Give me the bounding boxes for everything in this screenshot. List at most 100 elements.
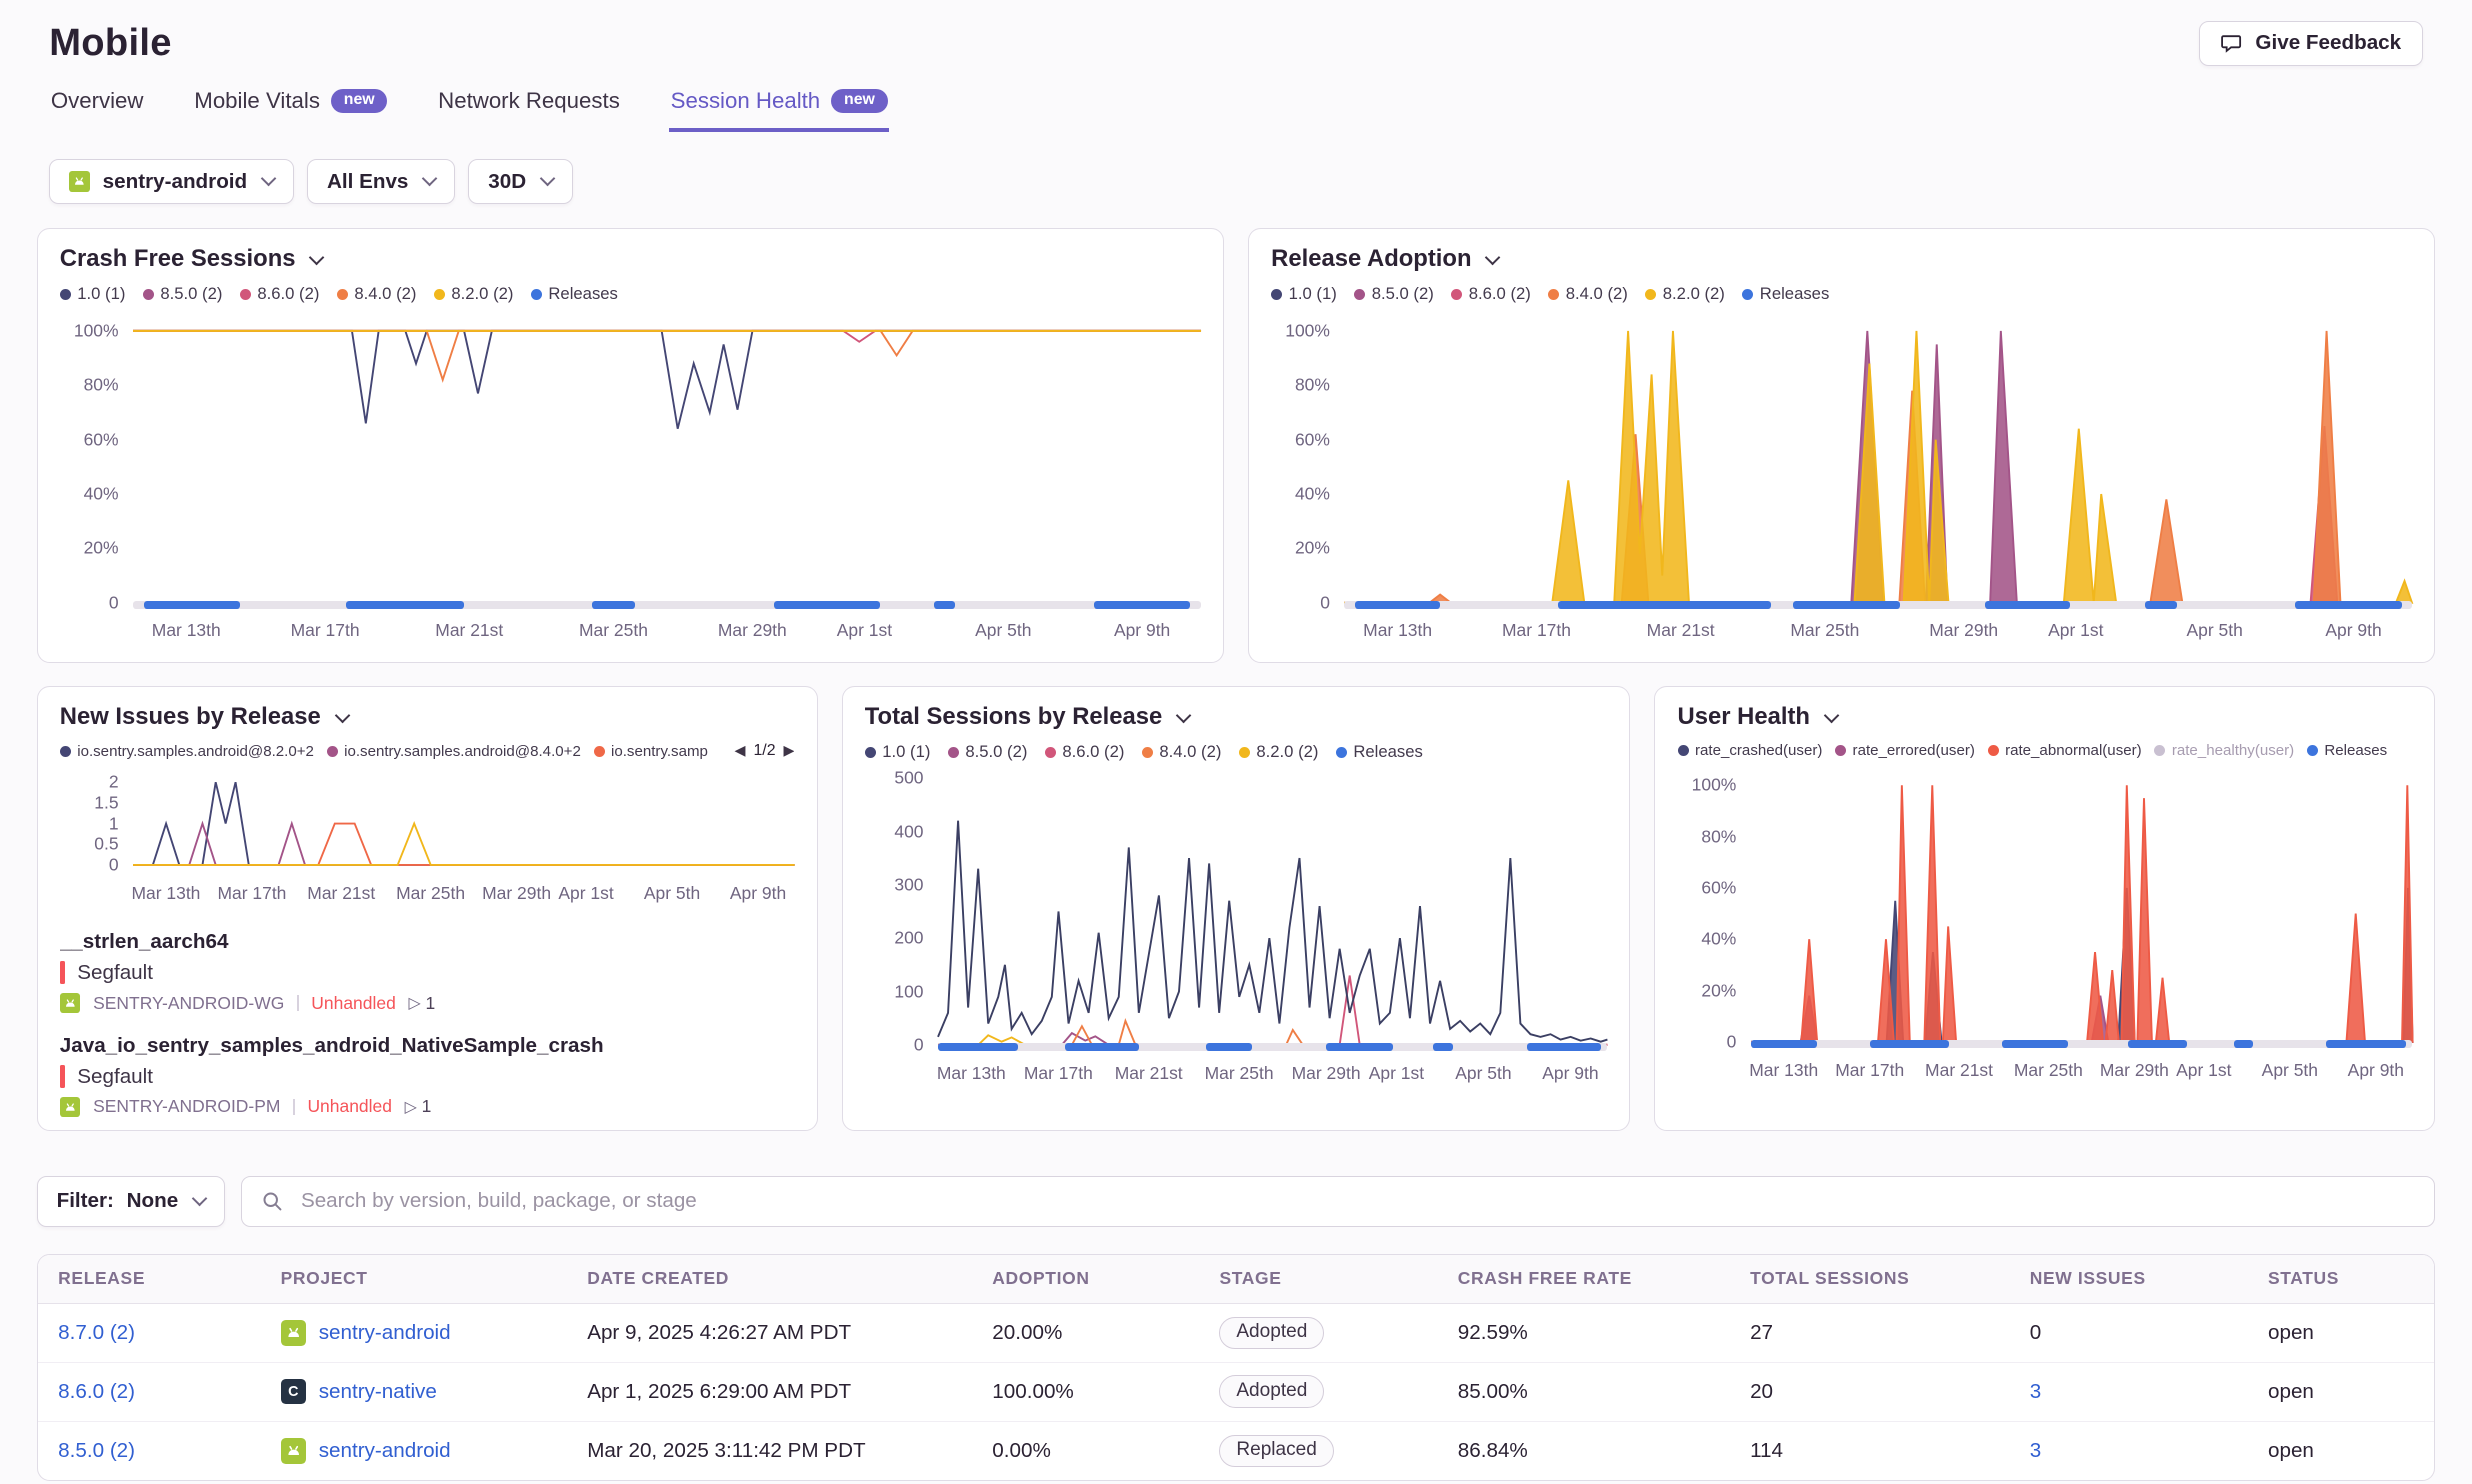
chart-plot[interactable] — [133, 320, 1201, 603]
new-issues-link[interactable]: 3 — [2030, 1380, 2041, 1403]
chevron-down-icon[interactable] — [1176, 708, 1192, 724]
project-link[interactable]: sentry-android — [319, 1439, 451, 1463]
legend-item[interactable]: 8.6.0 (2) — [1045, 742, 1125, 762]
x-tick-label: Mar 29th — [718, 620, 787, 641]
legend-item[interactable]: 8.5.0 (2) — [143, 284, 223, 304]
legend-item[interactable]: 8.2.0 (2) — [434, 284, 514, 304]
release-track-segment[interactable] — [2234, 1040, 2254, 1048]
legend-dot — [1451, 289, 1462, 300]
release-track-segment[interactable] — [1355, 601, 1440, 609]
next-page-icon[interactable]: ▶ — [783, 743, 794, 759]
chart-plot[interactable] — [133, 776, 795, 865]
project-selector[interactable]: sentry-android — [49, 159, 294, 204]
release-track-segment[interactable] — [1870, 1040, 1949, 1048]
release-track-segment[interactable] — [938, 1043, 1018, 1051]
total-sessions-count: 27 — [1729, 1321, 2009, 1345]
release-track-segment[interactable] — [1793, 601, 1900, 609]
chevron-down-icon[interactable] — [1485, 250, 1501, 266]
legend-item[interactable]: rate_abnormal(user) — [1988, 742, 2142, 759]
release-track-segment[interactable] — [774, 601, 881, 609]
legend-item[interactable]: io.sentry.samp — [594, 743, 708, 760]
stage-badge: Adopted — [1219, 1375, 1324, 1408]
legend-item[interactable]: Releases — [2307, 742, 2387, 759]
chart-legend: rate_crashed(user) rate_errored(user) rate… — [1678, 742, 2413, 759]
x-tick-label: Apr 9th — [1114, 620, 1170, 641]
legend-item[interactable]: io.sentry.samples.android@8.2.0+2 — [60, 743, 314, 760]
legend-item[interactable]: io.sentry.samples.android@8.4.0+2 — [327, 743, 581, 760]
release-track-segment[interactable] — [1094, 601, 1190, 609]
legend-item[interactable]: 8.5.0 (2) — [948, 742, 1028, 762]
release-version-link[interactable]: 8.7.0 (2) — [58, 1321, 135, 1344]
native-platform-icon: C — [281, 1379, 306, 1404]
release-track-segment[interactable] — [1558, 601, 1772, 609]
release-track-segment[interactable] — [592, 601, 635, 609]
legend-item[interactable]: rate_errored(user) — [1835, 742, 1975, 759]
legend-item[interactable]: 8.2.0 (2) — [1239, 742, 1319, 762]
release-track-segment[interactable] — [2128, 1040, 2188, 1048]
release-track-segment[interactable] — [1065, 1043, 1139, 1051]
release-track-segment[interactable] — [2326, 1040, 2405, 1048]
new-issues-link[interactable]: 3 — [2030, 1439, 2041, 1462]
y-tick-label: 80% — [1295, 375, 1330, 396]
release-track-segment[interactable] — [1206, 1043, 1253, 1051]
legend-item[interactable]: Releases — [1336, 742, 1423, 762]
chart-plot[interactable] — [1751, 775, 2413, 1042]
legend-item[interactable]: Releases — [1742, 284, 1829, 304]
chevron-down-icon[interactable] — [334, 708, 350, 724]
chevron-down-icon[interactable] — [1824, 708, 1840, 724]
legend-item[interactable]: 8.2.0 (2) — [1645, 284, 1725, 304]
y-tick-label: 400 — [894, 821, 923, 842]
environment-selector[interactable]: All Envs — [307, 159, 456, 204]
release-track-segment[interactable] — [2145, 601, 2177, 609]
prev-page-icon[interactable]: ◀ — [735, 743, 746, 759]
release-track-segment[interactable] — [346, 601, 463, 609]
release-filter-row: Filter: None — [37, 1176, 2436, 1227]
release-track-segment[interactable] — [144, 601, 240, 609]
release-track-segment[interactable] — [934, 601, 955, 609]
legend-item[interactable]: 1.0 (1) — [865, 742, 931, 762]
issue-title-link[interactable]: __strlen_aarch64 — [60, 930, 791, 954]
tab-overview[interactable]: Overview — [49, 82, 145, 133]
legend-item[interactable]: 8.6.0 (2) — [1451, 284, 1531, 304]
legend-dot — [1988, 745, 1999, 756]
tab-mobile-vitals[interactable]: Mobile Vitalsnew — [193, 82, 389, 133]
release-track-segment[interactable] — [1433, 1043, 1453, 1051]
date-range-selector[interactable]: 30D — [468, 159, 573, 204]
filter-button[interactable]: Filter: None — [37, 1176, 226, 1227]
date-created: Apr 9, 2025 4:26:27 AM PDT — [567, 1321, 972, 1345]
release-track-segment[interactable] — [1751, 1040, 1817, 1048]
legend-item[interactable]: rate_crashed(user) — [1678, 742, 1823, 759]
chevron-down-icon[interactable] — [309, 250, 325, 266]
legend-item[interactable]: rate_healthy(user) — [2154, 742, 2294, 759]
legend-item[interactable]: 8.4.0 (2) — [1548, 284, 1628, 304]
legend-dot — [434, 289, 445, 300]
chart-plot[interactable] — [1344, 320, 2412, 603]
legend-item[interactable]: 8.6.0 (2) — [240, 284, 320, 304]
legend-item[interactable]: 1.0 (1) — [60, 284, 126, 304]
give-feedback-button[interactable]: Give Feedback — [2199, 21, 2423, 66]
project-link[interactable]: sentry-android — [319, 1321, 451, 1345]
y-tick-label: 100 — [894, 981, 923, 1002]
legend-item[interactable]: 8.4.0 (2) — [1142, 742, 1222, 762]
panel-header: Total Sessions by Release — [865, 703, 1608, 731]
legend-item[interactable]: 8.4.0 (2) — [337, 284, 417, 304]
release-version-link[interactable]: 8.6.0 (2) — [58, 1380, 135, 1403]
x-axis: Mar 13thMar 17thMar 21stMar 25thMar 29th… — [133, 876, 795, 911]
col-release: Release — [38, 1268, 260, 1289]
project-link[interactable]: sentry-native — [319, 1380, 437, 1404]
release-version-link[interactable]: 8.5.0 (2) — [58, 1439, 135, 1462]
tab-session-health[interactable]: Session Healthnew — [669, 82, 889, 133]
release-track-segment[interactable] — [1985, 601, 2070, 609]
search-input[interactable] — [298, 1177, 2416, 1226]
legend-item[interactable]: 1.0 (1) — [1271, 284, 1337, 304]
legend-item[interactable]: 8.5.0 (2) — [1354, 284, 1434, 304]
release-track-segment[interactable] — [2002, 1040, 2068, 1048]
issue-title-link[interactable]: Java_io_sentry_samples_android_NativeSam… — [60, 1034, 791, 1058]
release-track-segment[interactable] — [1326, 1043, 1393, 1051]
tab-network-requests[interactable]: Network Requests — [437, 82, 622, 133]
release-track-segment[interactable] — [1527, 1043, 1601, 1051]
issue-item: __strlen_aarch64 Segfault SENTRY-ANDROID… — [60, 930, 795, 1013]
release-track-segment[interactable] — [2295, 601, 2402, 609]
chart-plot[interactable] — [938, 778, 1607, 1045]
legend-item[interactable]: Releases — [531, 284, 618, 304]
